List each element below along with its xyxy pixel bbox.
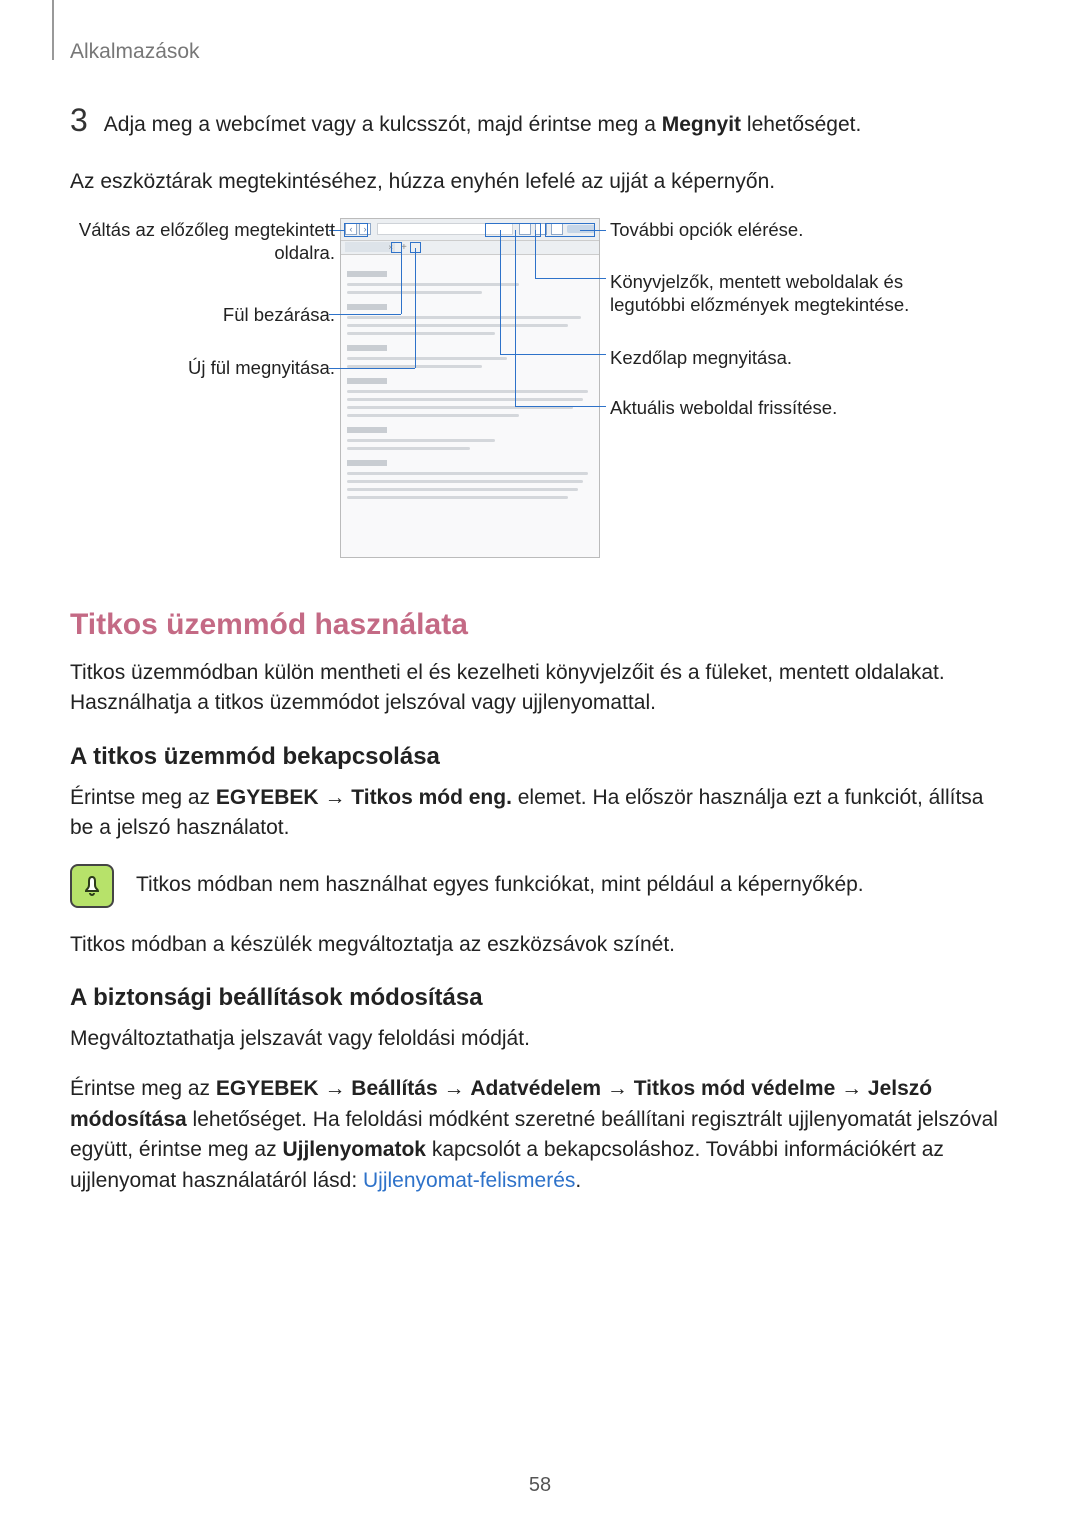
callout-prev-page: Váltás az előzőleg megtekintett oldalra. (75, 218, 335, 264)
secret-mode-intro: Titkos üzemmódban külön mentheti el és k… (70, 658, 1010, 719)
a: → (601, 1077, 634, 1100)
browser-diagram: ‹ › × + (75, 218, 1005, 568)
note-icon (70, 864, 114, 908)
browser-mock: ‹ › × + (340, 218, 600, 558)
note-text: Titkos módban nem használhat egyes funkc… (136, 870, 864, 900)
subheading-enable-secret: A titkos üzemmód bekapcsolása (70, 743, 1010, 771)
b-egyebek: EGYEBEK (216, 786, 319, 809)
step3-post: lehetőséget. (741, 113, 861, 136)
t: . (575, 1169, 581, 1192)
b: Ujjlenyomatok (282, 1138, 426, 1161)
a: → (438, 1077, 471, 1100)
change-password-intro: Megváltoztathatja jelszavát vagy feloldá… (70, 1024, 1010, 1054)
txt: Érintse meg az (70, 786, 216, 809)
section-title-secret-mode: Titkos üzemmód használata (70, 608, 1010, 642)
security-settings-paragraph: Érintse meg az EGYEBEK → Beállítás → Ada… (70, 1074, 1010, 1196)
toolbars-paragraph: Az eszköztárak megtekintéséhez, húzza en… (70, 167, 1010, 197)
arrow: → (319, 786, 352, 809)
callout-bookmarks: Könyvjelzők, mentett weboldalak és legut… (610, 270, 970, 316)
callout-more-options: További opciók elérése. (610, 218, 970, 241)
b: Beállítás (351, 1077, 437, 1100)
note-block: Titkos módban nem használhat egyes funkc… (70, 864, 1010, 908)
a: → (835, 1077, 868, 1100)
b: Titkos mód védelme (634, 1077, 836, 1100)
page-header: Alkalmazások (70, 40, 1010, 64)
t: Érintse meg az (70, 1077, 216, 1100)
callout-refresh: Aktuális weboldal frissítése. (610, 396, 970, 419)
secret-color-paragraph: Titkos módban a készülék megváltoztatja … (70, 930, 1010, 960)
step-text: Adja meg a webcímet vagy a kulcsszót, ma… (104, 110, 862, 139)
callout-close-tab: Fül bezárása. (75, 303, 335, 326)
link-fingerprint[interactable]: Ujjlenyomat-felismerés (363, 1169, 575, 1192)
tab-mock: × (345, 242, 395, 252)
step-3: 3 Adja meg a webcímet vagy a kulcsszót, … (70, 104, 1010, 139)
a: → (319, 1077, 352, 1100)
step3-bold: Megnyit (662, 113, 741, 136)
step3-pre: Adja meg a webcímet vagy a kulcsszót, ma… (104, 113, 662, 136)
b-titkos-eng: Titkos mód eng. (351, 786, 512, 809)
callout-home: Kezdőlap megnyitása. (610, 346, 970, 369)
b: EGYEBEK (216, 1077, 319, 1100)
callout-new-tab: Új fül megnyitása. (75, 356, 335, 379)
subheading-security-settings: A biztonsági beállítások módosítása (70, 984, 1010, 1012)
step-number: 3 (70, 104, 88, 136)
b: Adatvédelem (470, 1077, 601, 1100)
page-number: 58 (0, 1474, 1080, 1497)
enable-secret-paragraph: Érintse meg az EGYEBEK → Titkos mód eng.… (70, 783, 1010, 844)
